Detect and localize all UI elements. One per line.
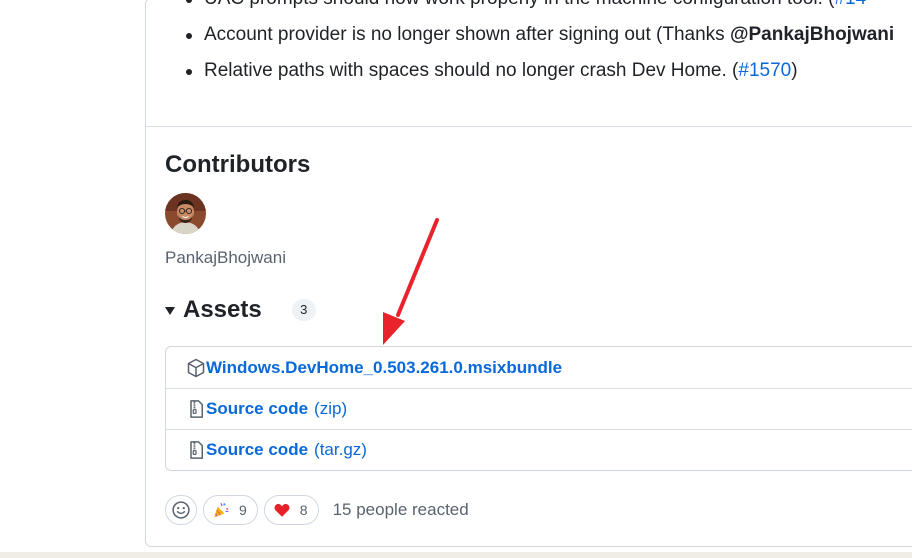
reactions-bar: 9 8 15 people reacted: [165, 494, 469, 526]
release-note-text: Account provider is no longer shown afte…: [204, 24, 730, 45]
assets-toggle[interactable]: Assets 3: [165, 295, 316, 325]
release-note-item: Account provider is no longer shown afte…: [186, 23, 894, 47]
release-page: UAC prompts should now work properly in …: [0, 0, 912, 558]
release-card: UAC prompts should now work properly in …: [145, 0, 912, 547]
reaction-tada-button[interactable]: 9: [203, 495, 258, 525]
assets-heading: Assets: [183, 296, 262, 323]
file-zip-icon: [186, 399, 206, 419]
release-note-item: UAC prompts should now work properly in …: [186, 0, 866, 11]
heart-icon: [274, 503, 290, 517]
asset-ext: (zip): [314, 399, 348, 418]
asset-row: Windows.DevHome_0.503.261.0.msixbundle: [166, 347, 912, 388]
section-divider: [146, 126, 912, 127]
reactions-summary: 15 people reacted: [332, 500, 469, 519]
tada-icon: [214, 503, 229, 518]
assets-list: Windows.DevHome_0.503.261.0.msixbundle S…: [165, 346, 912, 471]
reaction-count: 9: [239, 502, 247, 518]
asset-row: Source code (zip): [166, 388, 912, 429]
bullet: [186, 69, 192, 75]
bullet: [186, 0, 192, 3]
file-zip-icon: [186, 440, 206, 460]
avatar[interactable]: [165, 193, 206, 234]
bullet: [186, 33, 192, 39]
issue-link[interactable]: #14: [834, 0, 866, 9]
contributors-heading: Contributors: [165, 151, 311, 178]
release-note-text: UAC prompts should now work properly in …: [204, 0, 834, 9]
issue-link[interactable]: #1570: [738, 60, 791, 81]
reaction-heart-button[interactable]: 8: [263, 495, 319, 525]
asset-download-link[interactable]: Windows.DevHome_0.503.261.0.msixbundle: [206, 358, 562, 378]
assets-count-badge: 3: [291, 299, 316, 321]
release-note-text: Relative paths with spaces should no lon…: [204, 60, 739, 81]
package-icon: [186, 358, 206, 378]
asset-row: Source code (tar.gz): [166, 429, 912, 470]
add-reaction-button[interactable]: [165, 495, 197, 525]
source-code-zip-link[interactable]: Source code: [206, 399, 308, 419]
caret-down-icon: [165, 307, 175, 315]
user-mention[interactable]: @PankajBhojwani: [730, 24, 894, 45]
reaction-count: 8: [299, 502, 308, 518]
asset-ext: (tar.gz): [314, 440, 367, 459]
source-code-targz-link[interactable]: Source code: [206, 440, 308, 460]
release-note-item: Relative paths with spaces should no lon…: [186, 59, 798, 83]
contributor-name[interactable]: PankajBhojwani: [165, 248, 286, 268]
smiley-icon: [172, 501, 190, 519]
release-note-suffix: ): [791, 60, 798, 81]
taskbar-edge: [0, 552, 912, 558]
avatar-image: [165, 193, 206, 234]
